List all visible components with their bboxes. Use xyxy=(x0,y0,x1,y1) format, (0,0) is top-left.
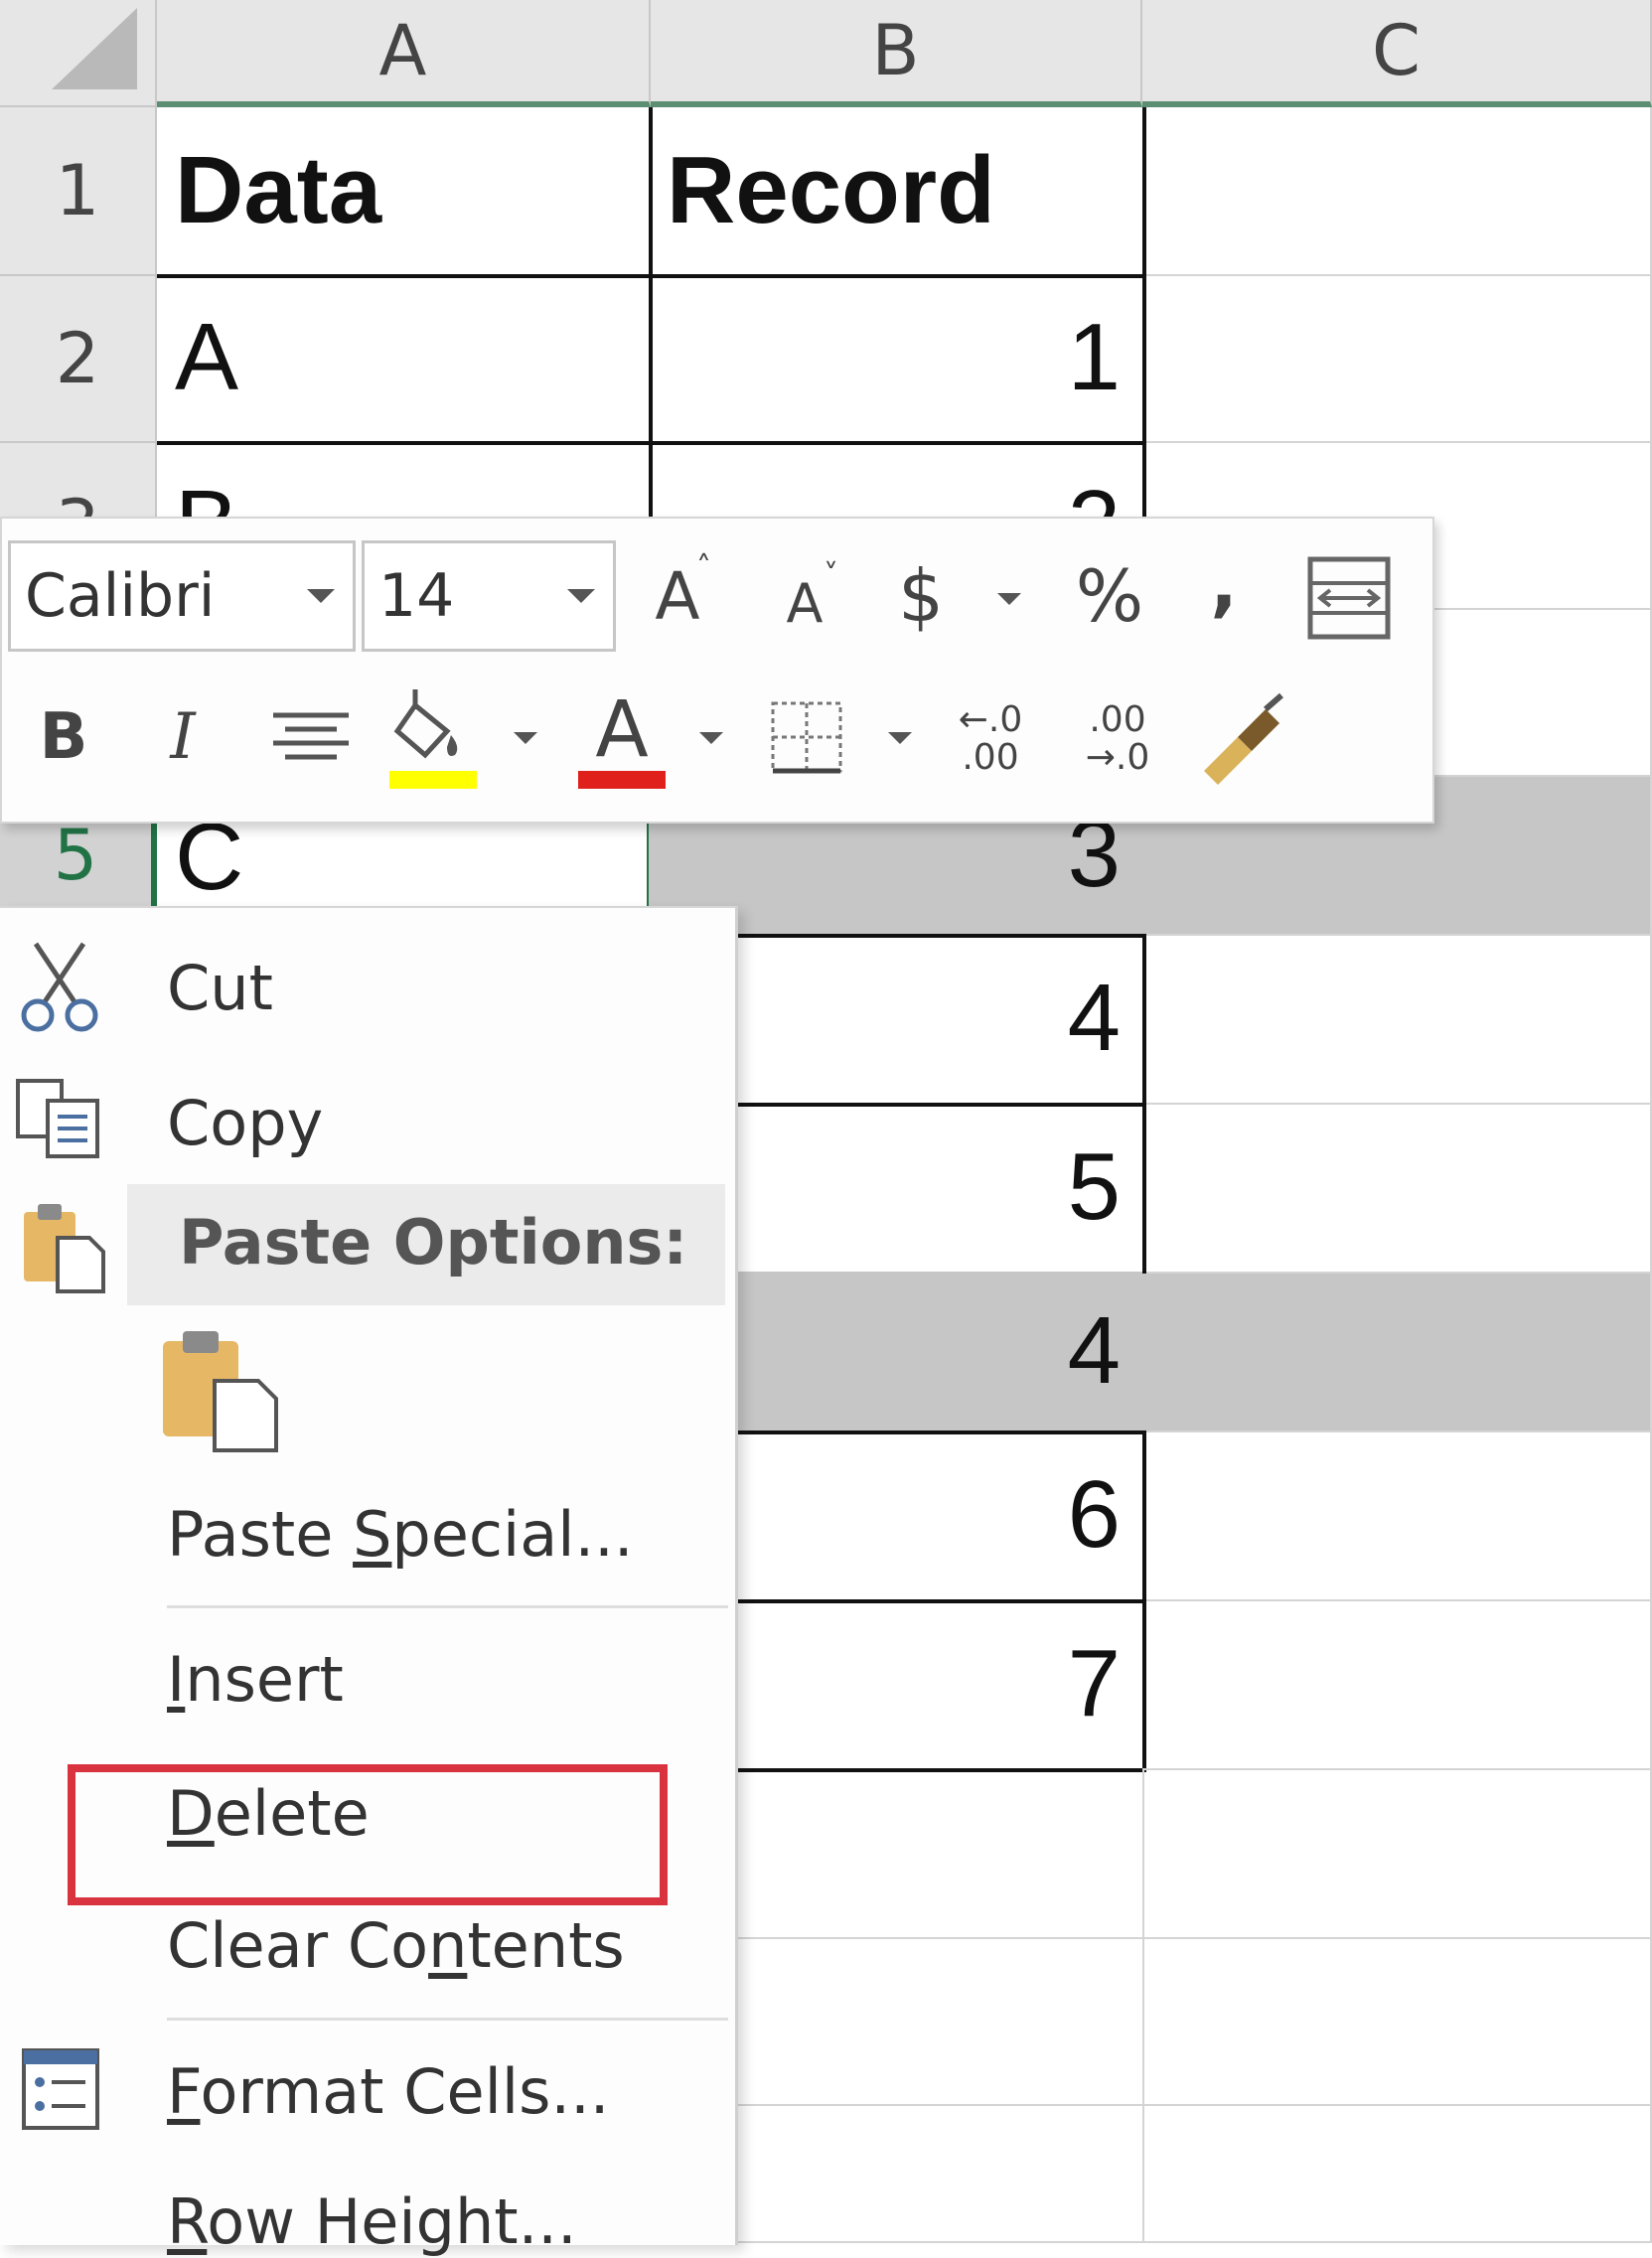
accounting-format-button[interactable]: $ xyxy=(886,546,956,646)
context-menu: Cut Copy Paste Options: Paste Special...… xyxy=(0,906,738,2258)
merge-center-icon xyxy=(1307,556,1391,640)
cell-c1[interactable] xyxy=(1142,107,1652,276)
align-center-icon xyxy=(273,712,349,760)
copy-icon xyxy=(14,1077,103,1165)
cell-c9[interactable] xyxy=(1142,1432,1652,1601)
cell-c11[interactable] xyxy=(1142,1770,1652,1939)
column-header-a[interactable]: A xyxy=(157,0,651,107)
decrease-font-size-button[interactable]: A ˅ xyxy=(767,558,842,648)
paste-keep-formatting-button[interactable] xyxy=(159,1325,282,1459)
font-color-icon: A xyxy=(595,685,649,775)
merge-center-button[interactable] xyxy=(1301,553,1397,643)
menu-item-format-cells[interactable]: Format Cells... xyxy=(167,2055,610,2128)
cell-c12[interactable] xyxy=(1142,1937,1652,2106)
menu-item-row-height[interactable]: Row Height... xyxy=(167,2185,577,2258)
cell-c13[interactable] xyxy=(1142,2104,1652,2243)
cell-c6[interactable] xyxy=(1142,936,1652,1105)
font-color-dropdown-icon[interactable] xyxy=(699,732,723,744)
caret-down-icon: ˅ xyxy=(824,558,838,593)
font-name-value: Calibri xyxy=(25,561,216,631)
column-header-b[interactable]: B xyxy=(651,0,1142,107)
menu-item-delete[interactable]: Delete xyxy=(167,1777,370,1850)
cell-b1[interactable]: Record xyxy=(649,107,1146,278)
cell-b13[interactable] xyxy=(735,2104,1144,2243)
select-all-corner[interactable] xyxy=(0,0,157,107)
font-size-dropdown[interactable]: 14 xyxy=(362,540,616,652)
menu-separator xyxy=(167,1605,728,1608)
menu-separator xyxy=(167,2018,728,2021)
format-painter-icon xyxy=(1204,692,1283,785)
borders-button[interactable] xyxy=(767,697,846,777)
accounting-format-dropdown-icon[interactable] xyxy=(997,593,1021,605)
column-header-c[interactable]: C xyxy=(1142,0,1652,107)
row-header-1[interactable]: 1 xyxy=(0,107,157,276)
bold-button[interactable]: B xyxy=(32,692,95,782)
font-size-value: 14 xyxy=(378,561,455,631)
mini-toolbar: Calibri 14 A ˄ A ˅ $ % , B I A ←.0 .00 .… xyxy=(0,517,1434,824)
format-painter-button[interactable] xyxy=(1192,689,1291,789)
fill-color-swatch xyxy=(389,771,477,789)
decrease-decimal-bottom: →.0 xyxy=(1085,737,1150,778)
fill-color-button[interactable] xyxy=(385,685,485,795)
menu-item-paste-special[interactable]: Paste Special... xyxy=(167,1498,634,1571)
menu-item-insert[interactable]: Insert xyxy=(167,1643,344,1716)
menu-item-copy[interactable]: Copy xyxy=(167,1087,323,1159)
increase-font-size-button[interactable]: A ˄ xyxy=(638,546,717,646)
increase-decimal-top: ←.0 xyxy=(958,699,1023,740)
menu-item-cut[interactable]: Cut xyxy=(167,952,273,1024)
font-name-dropdown[interactable]: Calibri xyxy=(8,540,356,652)
paste-icon xyxy=(20,1198,109,1298)
scissors-icon xyxy=(18,938,101,1038)
cell-c10[interactable] xyxy=(1142,1601,1652,1770)
paste-options-label: Paste Options: xyxy=(179,1206,688,1279)
borders-dropdown-icon[interactable] xyxy=(888,732,912,744)
font-color-swatch xyxy=(578,771,666,789)
decrease-decimal-button[interactable]: .00 →.0 xyxy=(1073,689,1162,789)
menu-item-clear-contents[interactable]: Clear Contents xyxy=(167,1909,625,1982)
center-align-button[interactable] xyxy=(266,697,356,777)
cell-c8[interactable] xyxy=(1142,1274,1652,1432)
cell-a2[interactable]: A xyxy=(157,274,653,445)
row-header-2[interactable]: 2 xyxy=(0,276,157,443)
borders-icon xyxy=(771,701,842,774)
fill-color-dropdown-icon[interactable] xyxy=(514,732,537,744)
decrease-decimal-top: .00 xyxy=(1089,699,1146,740)
cell-c2[interactable] xyxy=(1142,276,1652,443)
paint-bucket-icon xyxy=(389,689,477,789)
chevron-down-icon xyxy=(307,589,335,603)
cell-a1[interactable]: Data xyxy=(157,107,653,278)
percent-style-button[interactable]: % xyxy=(1065,546,1154,646)
caret-up-icon: ˄ xyxy=(696,550,711,585)
clipboard-icon xyxy=(163,1331,278,1452)
comma-style-button[interactable]: , xyxy=(1194,538,1254,628)
format-cells-icon xyxy=(20,2046,101,2137)
increase-font-size-icon: A xyxy=(655,557,700,635)
cell-b12[interactable] xyxy=(735,1937,1144,2106)
increase-decimal-bottom: .00 xyxy=(962,737,1019,778)
select-all-triangle-icon xyxy=(52,8,137,89)
decrease-font-size-icon: A xyxy=(786,571,824,635)
increase-decimal-button[interactable]: ←.0 .00 xyxy=(946,689,1035,789)
chevron-down-icon xyxy=(567,589,595,603)
cell-c7[interactable] xyxy=(1142,1105,1652,1274)
cell-b2[interactable]: 1 xyxy=(649,274,1146,445)
italic-button[interactable]: I xyxy=(151,692,215,782)
cell-b11[interactable] xyxy=(735,1770,1144,1939)
font-color-button[interactable]: A xyxy=(574,685,670,795)
